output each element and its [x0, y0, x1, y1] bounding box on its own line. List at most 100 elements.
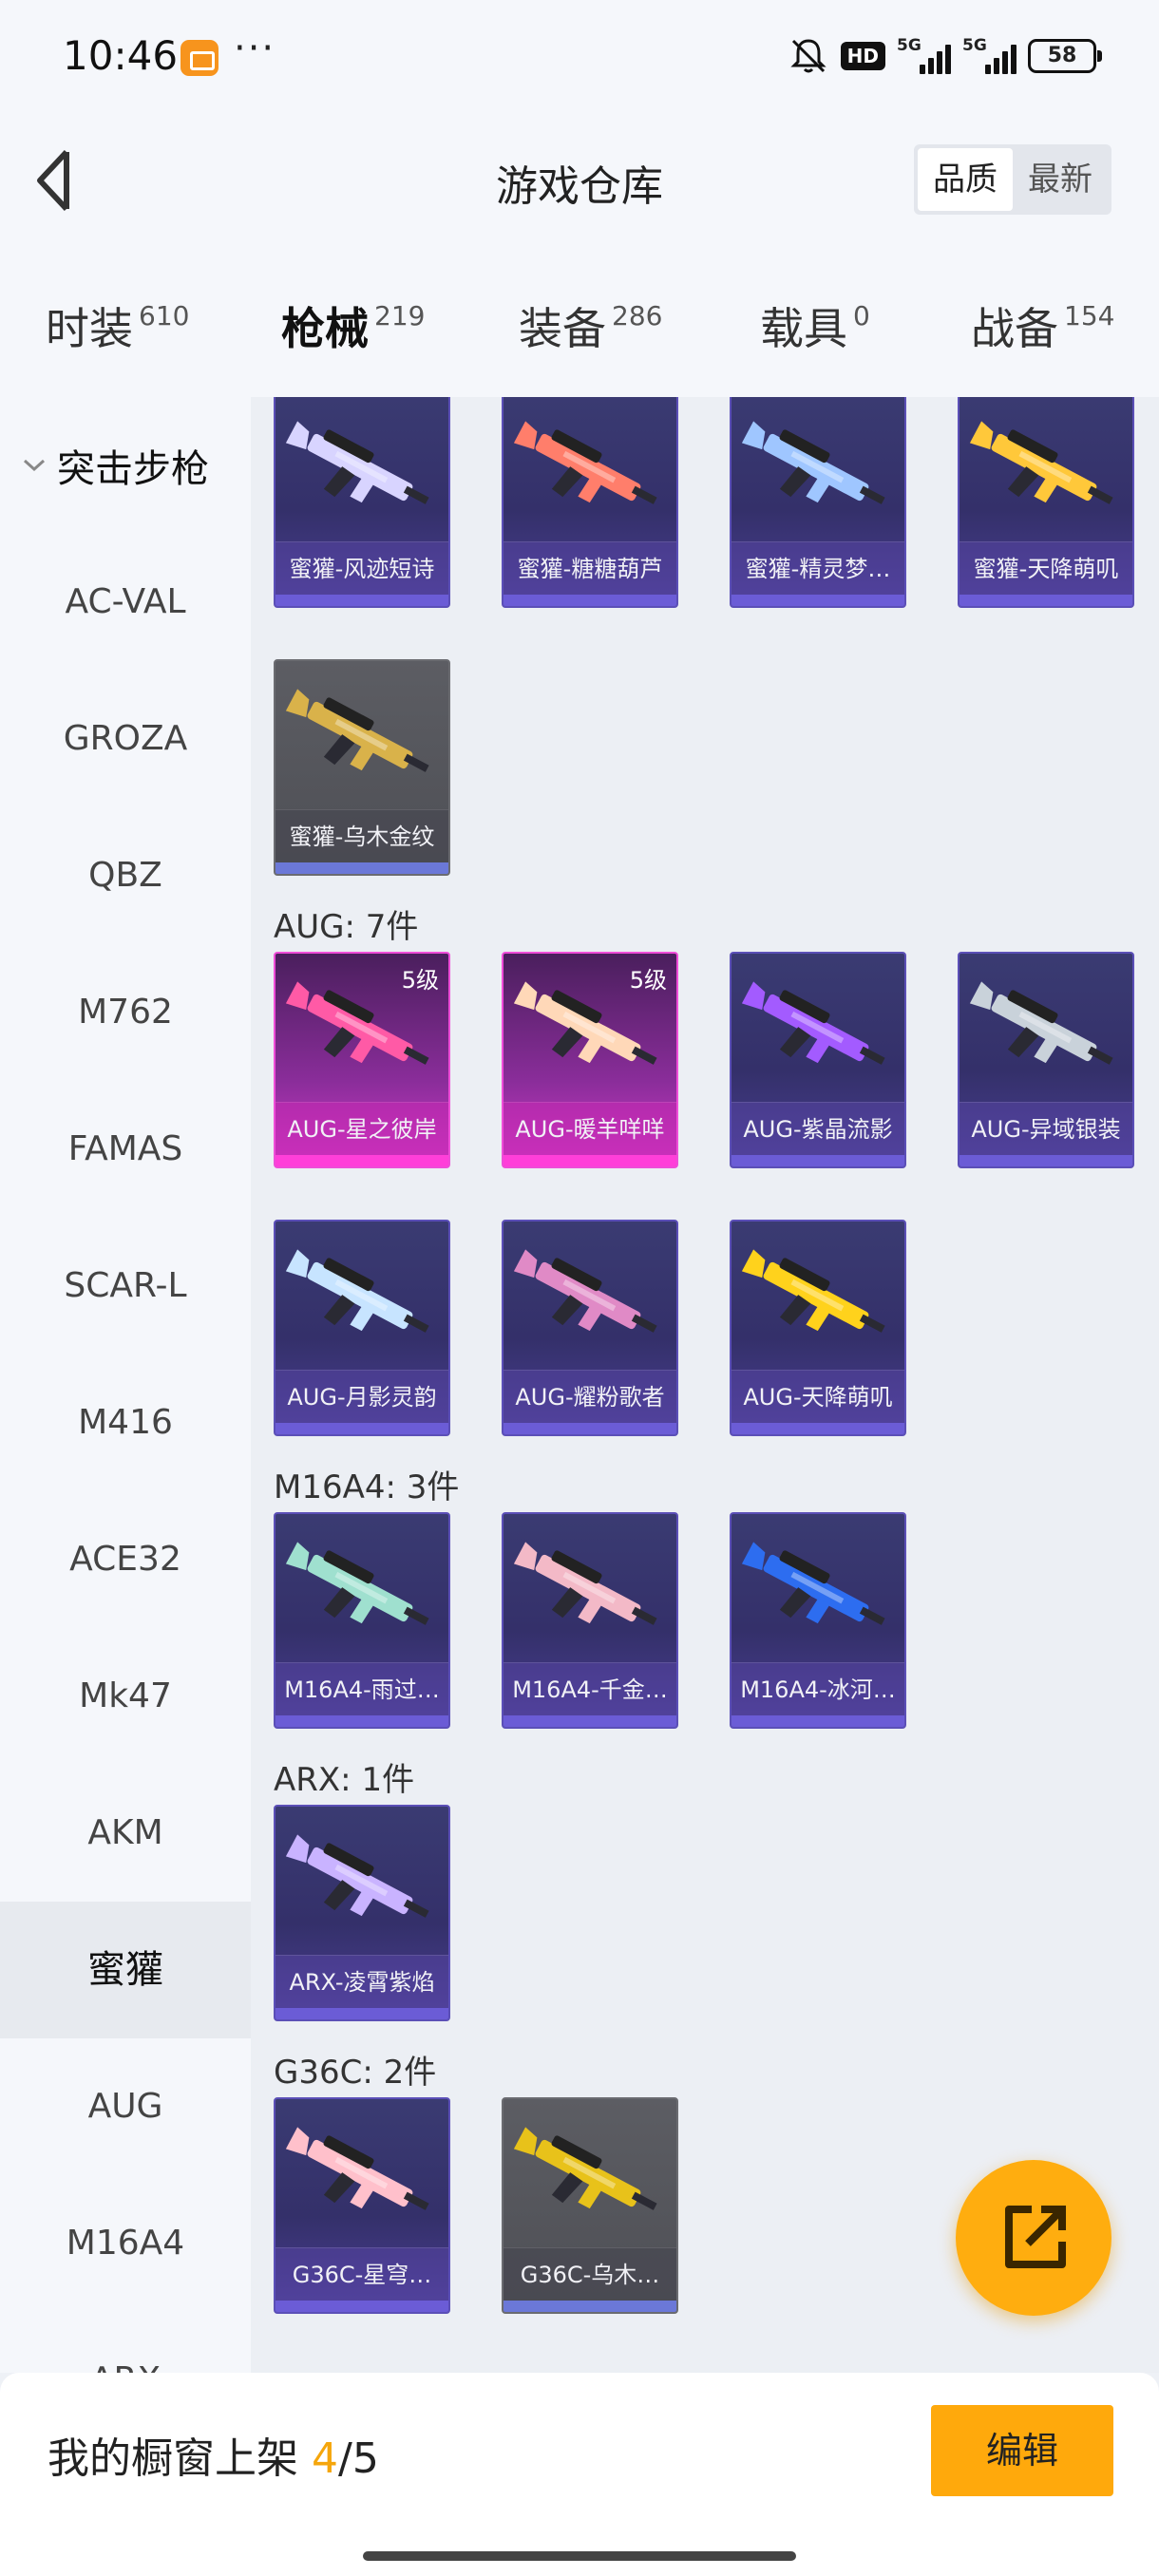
sidebar-item[interactable]: AC-VAL	[0, 534, 251, 671]
weapon-image	[513, 2127, 657, 2210]
skin-name: AUG-暖羊咩咩	[504, 1102, 676, 1155]
section-title: ARX: 1件	[274, 1761, 415, 1799]
tab-fashion[interactable]: 时装 610	[46, 294, 189, 357]
rarity-bar	[276, 2008, 448, 2019]
battery-icon: 58	[1028, 39, 1102, 73]
sidebar-item[interactable]: ACE32	[0, 1491, 251, 1628]
skin-name: G36C-星穹…	[276, 2247, 448, 2301]
tab-label: 枪械	[281, 303, 369, 354]
tab-label: 战备	[971, 303, 1058, 354]
skin-name: 蜜獾-糖糖葫芦	[504, 541, 676, 595]
network-type-label: 5G	[897, 36, 922, 55]
weapon-image	[741, 1249, 885, 1333]
weapon-skin-card[interactable]: 蜜獾-乌木金纹	[274, 659, 450, 876]
rarity-bar	[960, 595, 1132, 606]
sidebar-item[interactable]: QBZ	[0, 807, 251, 944]
tab-equipment[interactable]: 装备 286	[519, 294, 662, 357]
network-type-label: 5G	[962, 36, 987, 55]
weapon-skin-card[interactable]: 5级 AUG-星之彼岸	[274, 952, 450, 1168]
sidebar-group-assault-rifles[interactable]: 突击步枪	[0, 397, 251, 534]
weapon-skin-card[interactable]: 蜜獾-糖糖葫芦	[502, 397, 678, 608]
share-button[interactable]	[956, 2160, 1112, 2316]
tab-count: 610	[139, 300, 190, 331]
chevron-down-icon	[23, 459, 46, 472]
weapon-image	[285, 1542, 429, 1625]
section-title: M16A4: 3件	[274, 1468, 460, 1506]
rarity-bar	[504, 1423, 676, 1434]
weapon-skin-card[interactable]: 蜜獾-风迹短诗	[274, 397, 450, 608]
showcase-label: 我的橱窗上架	[48, 2434, 298, 2483]
weapon-skin-card[interactable]: M16A4-千金…	[502, 1512, 678, 1729]
tab-guns[interactable]: 枪械 219	[281, 294, 425, 422]
sidebar-item[interactable]: M416	[0, 1354, 251, 1491]
sort-quality-button[interactable]: 品质	[918, 148, 1013, 211]
sidebar-item[interactable]: ARX	[0, 2312, 251, 2373]
tab-supplies[interactable]: 战备 154	[971, 294, 1114, 357]
hd-icon: HD	[840, 42, 885, 70]
rarity-bar	[732, 1715, 904, 1727]
weapon-skin-card[interactable]: 蜜獾-天降萌叽	[958, 397, 1134, 608]
more-notifications-icon: ···	[234, 27, 276, 70]
share-icon	[1005, 2206, 1066, 2268]
skin-name: AUG-耀粉歌者	[504, 1370, 676, 1423]
sort-toggle: 品质 最新	[914, 144, 1112, 215]
signal-icon: 5G	[962, 36, 1016, 74]
weapon-skin-card[interactable]: AUG-月影灵韵	[274, 1220, 450, 1436]
rarity-bar	[276, 1423, 448, 1434]
weapon-skin-card[interactable]: G36C-星穹…	[274, 2097, 450, 2314]
weapon-skin-card[interactable]: M16A4-雨过…	[274, 1512, 450, 1729]
edit-button[interactable]: 编辑	[931, 2405, 1113, 2496]
rarity-bar	[960, 1155, 1132, 1166]
weapon-skin-card[interactable]: AUG-天降萌叽	[730, 1220, 906, 1436]
page-header: 游戏仓库 品质 最新	[0, 114, 1159, 247]
weapon-skin-card[interactable]: AUG-异域银装	[958, 952, 1134, 1168]
skin-name: AUG-月影灵韵	[276, 1370, 448, 1423]
tab-count: 0	[853, 300, 870, 331]
weapon-image	[513, 1542, 657, 1625]
section-title: G36C: 2件	[274, 2054, 437, 2092]
skin-name: AUG-异域银装	[960, 1102, 1132, 1155]
skin-name: 蜜獾-天降萌叽	[960, 541, 1132, 595]
weapon-skin-card[interactable]: M16A4-冰河…	[730, 1512, 906, 1729]
skin-name: 蜜獾-精灵梦…	[732, 541, 904, 595]
tab-count: 154	[1064, 300, 1115, 331]
weapon-skin-card[interactable]: 5级 AUG-暖羊咩咩	[502, 952, 678, 1168]
sidebar-item[interactable]: 蜜獾	[0, 1902, 251, 2038]
sidebar-item[interactable]: AKM	[0, 1765, 251, 1902]
sidebar-item[interactable]: Mk47	[0, 1628, 251, 1765]
weapon-skin-card[interactable]: ARX-凌霄紫焰	[274, 1805, 450, 2021]
sidebar-item[interactable]: M16A4	[0, 2175, 251, 2312]
skin-name: AUG-紫晶流影	[732, 1102, 904, 1155]
skin-name: 蜜獾-乌木金纹	[276, 809, 448, 862]
skin-level-badge: 5级	[401, 967, 439, 994]
sidebar-item[interactable]: M762	[0, 944, 251, 1081]
rarity-bar	[276, 862, 448, 874]
sidebar-group-label: 突击步枪	[57, 447, 209, 491]
skin-level-badge: 5级	[629, 967, 667, 994]
weapon-skin-card[interactable]: AUG-耀粉歌者	[502, 1220, 678, 1436]
tab-count: 286	[612, 300, 663, 331]
sidebar-item[interactable]: GROZA	[0, 671, 251, 807]
skin-name: AUG-星之彼岸	[276, 1102, 448, 1155]
sidebar-item[interactable]: SCAR-L	[0, 1218, 251, 1354]
weapon-image	[285, 1834, 429, 1918]
tab-vehicles[interactable]: 载具 0	[760, 294, 870, 357]
skin-name: ARX-凌霄紫焰	[276, 1955, 448, 2008]
sidebar-item[interactable]: FAMAS	[0, 1081, 251, 1218]
weapon-image	[513, 421, 657, 504]
weapon-image	[285, 2127, 429, 2210]
weapon-image	[969, 981, 1113, 1065]
home-indicator[interactable]	[363, 2551, 796, 2561]
sidebar-item-list: AC-VAL GROZA QBZ M762 FAMAS SCAR-L M416 ACE32 Mk…	[0, 534, 251, 2373]
sort-newest-button[interactable]: 最新	[1013, 148, 1108, 211]
weapon-skin-card[interactable]: 蜜獾-精灵梦…	[730, 397, 906, 608]
category-tabs: 时装 610 枪械 219 装备 286 载具 0 战备 154	[0, 247, 1159, 422]
showcase-count: 4	[312, 2434, 338, 2483]
weapon-skin-card[interactable]: G36C-乌木…	[502, 2097, 678, 2314]
sidebar-item[interactable]: AUG	[0, 2038, 251, 2175]
rarity-bar	[732, 1423, 904, 1434]
skin-name: M16A4-千金…	[504, 1662, 676, 1715]
status-time: 10:46	[63, 32, 179, 79]
weapon-skin-card[interactable]: AUG-紫晶流影	[730, 952, 906, 1168]
section-title: AUG: 7件	[274, 908, 419, 946]
